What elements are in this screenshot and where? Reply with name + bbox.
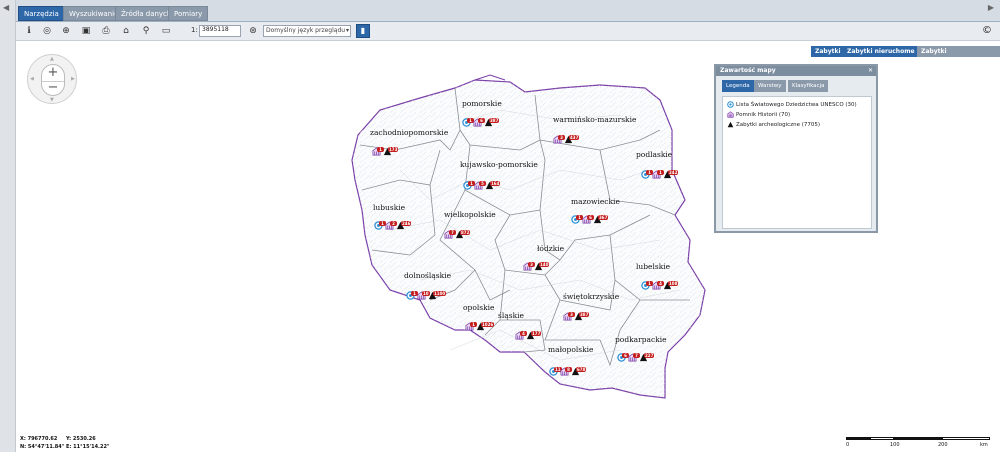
count-badge: 387 [489, 118, 500, 123]
scale-segment [894, 437, 942, 440]
zoom-in-button[interactable]: + [42, 66, 64, 80]
search-zoom-icon[interactable]: ⊛ [247, 25, 259, 37]
legend-body: Lista Światowego Dziedzictwa UNESCO (30)… [722, 96, 872, 229]
save-icon[interactable]: ▣ [80, 25, 92, 37]
region-label: dolnośląskie [404, 271, 452, 280]
map-content-panel: Zawartość mapy ✕ Legenda Warstwy Klasyfi… [714, 64, 878, 233]
tab-pomiary[interactable]: Pomiary [168, 6, 209, 21]
tab-warstwy[interactable]: Warstwy [754, 80, 786, 92]
screenshot-icon[interactable]: ▭ [160, 25, 172, 37]
zoom-extent-icon[interactable]: ⊕ [60, 25, 72, 37]
region-label: lubuskie [373, 203, 406, 212]
count-badge: 242 [668, 170, 679, 175]
legend-label-archaeology: Zabytki archeologiczne (7705) [736, 122, 821, 128]
panel-header: Zawartość mapy ✕ [716, 66, 876, 76]
scale-segment [942, 437, 990, 440]
archaeology-icon [727, 121, 734, 128]
count-badge: 387 [579, 312, 590, 317]
tab-klasyfikacja[interactable]: Klasyfikacja [788, 80, 829, 92]
coord-y: Y: 2530.26 [66, 436, 96, 442]
legend-label-unesco: Lista Światowego Dziedzictwa UNESCO (30) [736, 102, 857, 108]
toolbar: ℹ ◎ ⊕ ▣ ⎙ ⌂ ⚲ ▭ 1: 3895118 ⊛ Domyślny ję… [16, 22, 1000, 41]
count-badge: 1026 [481, 322, 495, 327]
panel-title: Zawartość mapy [720, 67, 776, 74]
language-select[interactable]: Domyślny język przeglądu ▾ [263, 25, 351, 37]
count-badge: 437 [569, 135, 580, 140]
region-label: łódzkie [537, 244, 565, 253]
link-icon[interactable]: ⚲ [140, 25, 152, 37]
coord-e: E: 11°15'14.22" [66, 444, 110, 450]
count-badge: 246 [401, 221, 412, 226]
navigation-control: ▲ ▼ ◀ ▶ + − [27, 54, 77, 104]
pan-left-icon[interactable]: ◀ [30, 76, 34, 82]
pan-up-icon[interactable]: ▲ [50, 56, 54, 62]
tab-legenda[interactable]: Legenda [722, 80, 754, 92]
unesco-icon [727, 101, 734, 108]
region-label: mazowieckie [571, 197, 620, 206]
identify-icon[interactable]: ◎ [41, 25, 53, 37]
region-label: lubelskie [636, 262, 671, 271]
panel-tabs: Legenda Warstwy Klasyfikacja [716, 80, 876, 93]
region-label: wielkopolskie [444, 210, 496, 219]
region-label: opolskie [463, 303, 495, 312]
region-label: małopolskie [548, 345, 594, 354]
count-badge: 872 [460, 230, 471, 235]
legend-label-monument: Pomnik Historii (70) [736, 112, 791, 118]
region-label: śląskie [498, 311, 524, 320]
scale-input[interactable]: 3895118 [199, 25, 241, 37]
region-label: świętokrzyskie [563, 292, 620, 301]
main-tabbar: Narzędzia Wyszukiwanie Źródła danych Pom… [16, 0, 1000, 22]
count-badge: 678 [576, 367, 587, 372]
legend-item-monument: Pomnik Historii (70) [727, 111, 790, 118]
region-label: podlaskie [636, 150, 673, 159]
scale-prefix: 1: [191, 26, 198, 34]
count-badge: 164 [490, 181, 501, 186]
layers-toggle-icon[interactable]: ▮ [356, 24, 370, 38]
region-label: zachodniopomorskie [370, 128, 449, 137]
scale-unit: km [980, 442, 988, 448]
zoom-out-button[interactable]: − [42, 81, 64, 95]
collapse-left-icon[interactable]: ◀ [3, 3, 9, 12]
info-icon[interactable]: ℹ [23, 25, 35, 37]
legend-item-unesco: Lista Światowego Dziedzictwa UNESCO (30) [727, 101, 857, 108]
count-badge: 173 [388, 147, 399, 152]
region-label: pomorskie [462, 99, 502, 108]
map-viewer-app: ◀ Narzędzia Wyszukiwanie Źródła danych P… [0, 0, 1000, 452]
home-icon[interactable]: ⌂ [120, 25, 132, 37]
legend-item-archaeology: Zabytki archeologiczne (7705) [727, 121, 820, 128]
region-label: podkarpackie [615, 335, 667, 344]
coord-n: N: 54°47'11.84" [20, 444, 65, 450]
left-gutter: ◀ [0, 0, 16, 452]
close-icon[interactable]: ✕ [868, 66, 873, 76]
copyright-icon[interactable]: © [982, 25, 992, 36]
language-select-value: Domyślny język przeglądu [266, 27, 346, 34]
scale-segment [846, 437, 870, 440]
region-label: warmińsko-mazurskie [553, 115, 637, 124]
count-badge: 140 [539, 262, 550, 267]
scale-label-0: 0 [846, 442, 850, 448]
scale-label-200: 200 [938, 442, 948, 448]
print-icon[interactable]: ⎙ [100, 25, 112, 37]
collapse-right-icon[interactable]: ▶ [988, 3, 994, 12]
region-label: kujawsko-pomorskie [460, 160, 538, 169]
chevron-down-icon: ▾ [345, 27, 349, 34]
scale-segment [870, 437, 894, 440]
monument-icon [727, 111, 734, 118]
count-badge: 1100 [433, 291, 447, 296]
coord-x: X: 796770.62 [20, 436, 58, 442]
scale-label-100: 100 [890, 442, 900, 448]
pan-down-icon[interactable]: ▼ [50, 97, 54, 103]
count-badge: 367 [598, 215, 609, 220]
count-badge: 108 [668, 281, 679, 286]
count-badge: 177 [531, 331, 542, 336]
tab-narzedzia[interactable]: Narzędzia [18, 6, 65, 21]
zoom-control: + − [41, 64, 65, 96]
count-badge: 227 [644, 353, 655, 358]
pan-right-icon[interactable]: ▶ [71, 76, 75, 82]
